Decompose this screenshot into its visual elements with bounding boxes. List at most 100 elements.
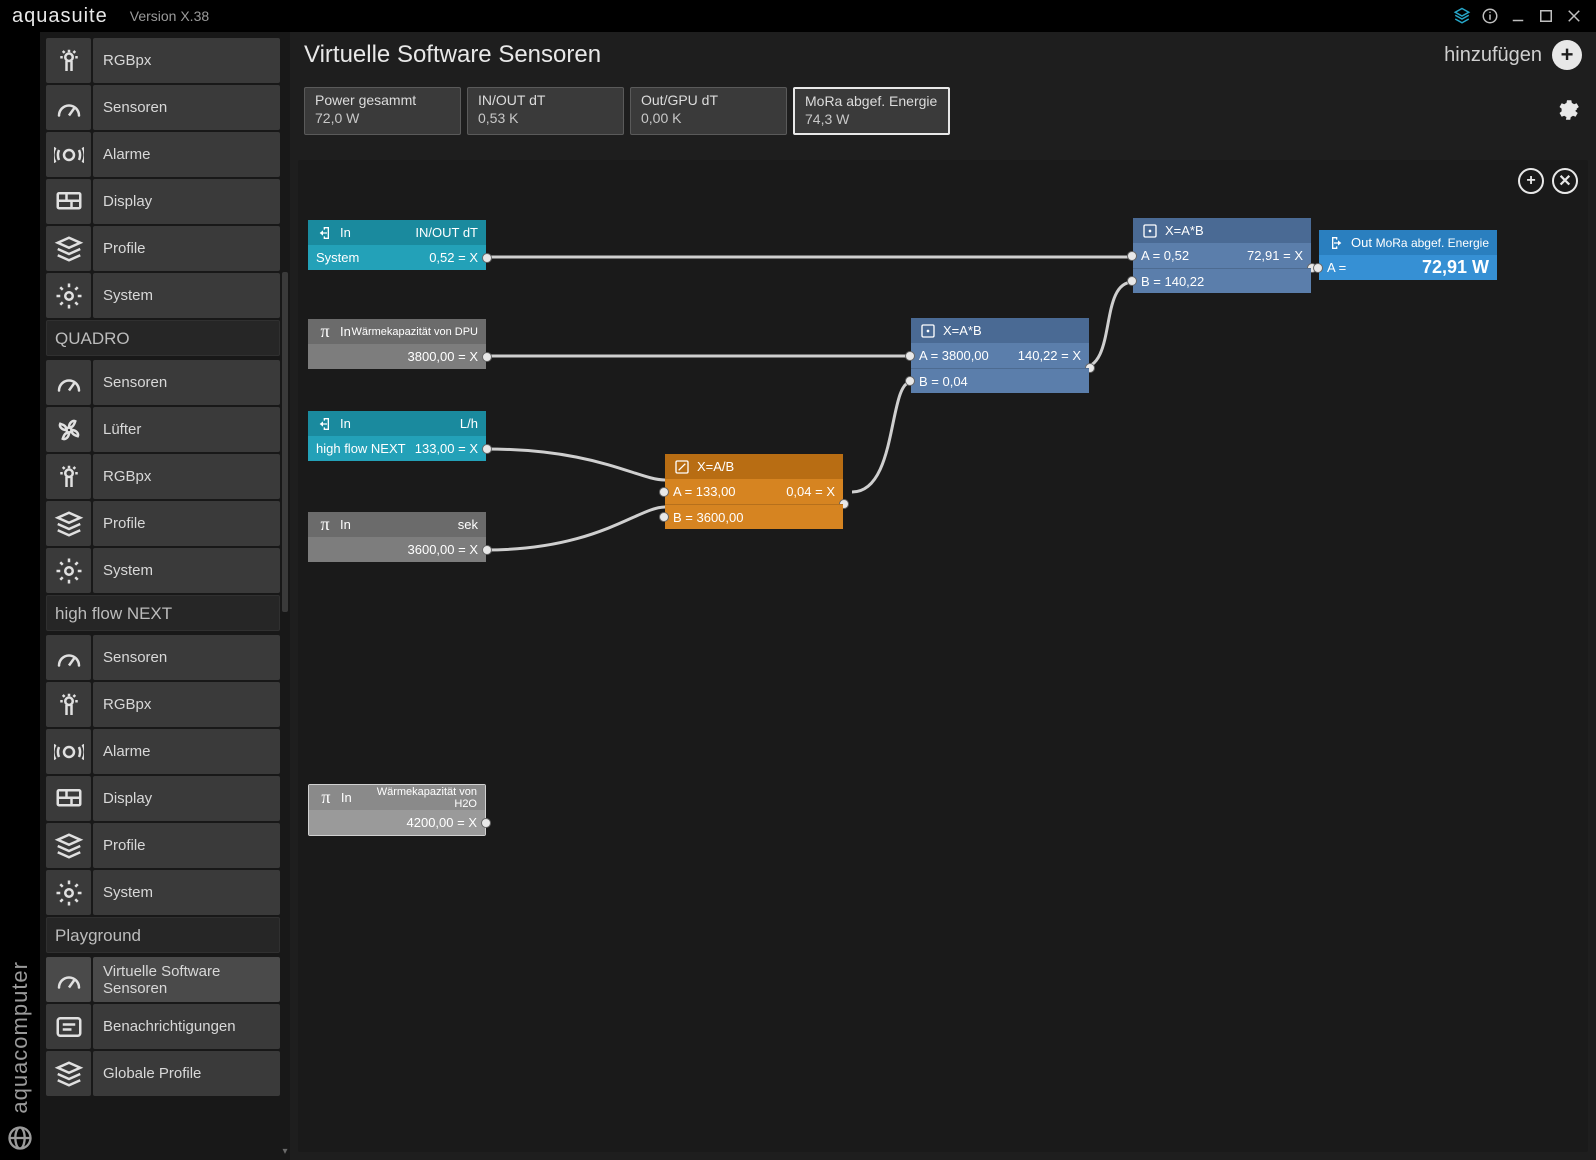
sensor-card-1[interactable]: IN/OUT dT0,53 K	[467, 87, 624, 135]
input-port[interactable]	[1127, 276, 1137, 286]
sensor-card-0[interactable]: Power gesammt72,0 W	[304, 87, 461, 135]
node-label: In	[341, 790, 352, 805]
alarm-icon	[46, 132, 91, 177]
canvas-close-button[interactable]: ✕	[1552, 168, 1578, 194]
node-value: 0,04 = X	[786, 484, 835, 499]
node-multiply-2[interactable]: X=A*B A = 0,5272,91 = X B = 140,22	[1133, 218, 1311, 293]
node-in-sec[interactable]: πInsek 3600,00 = X	[308, 512, 486, 562]
input-port[interactable]	[659, 487, 669, 497]
sidebar-scrollbar[interactable]: ▾	[280, 32, 290, 1160]
node-title: L/h	[460, 416, 478, 431]
sidebar-section-quadro[interactable]: QUADRO	[46, 320, 280, 356]
sidebar-item-profile[interactable]: Profile	[46, 501, 280, 546]
sidebar-item-label: Sensoren	[93, 635, 280, 680]
input-port[interactable]	[905, 376, 915, 386]
sidebar-item-system[interactable]: System	[46, 870, 280, 915]
layers-icon[interactable]	[1448, 2, 1476, 30]
sidebar-item-label: RGBpx	[93, 682, 280, 727]
canvas-add-button[interactable]: +	[1518, 168, 1544, 194]
node-input-b: B = 140,22	[1141, 274, 1204, 289]
input-port[interactable]	[905, 351, 915, 361]
sidebar-item-sensoren[interactable]: Sensoren	[46, 635, 280, 680]
vertical-brand: aquacomputer	[7, 961, 33, 1114]
add-button[interactable]: +	[1552, 40, 1582, 70]
output-port[interactable]	[482, 545, 492, 555]
node-canvas[interactable]: + ✕ InIN/OUT dT System0,52 = X πInWärmek…	[298, 160, 1588, 1152]
sidebar-item-system[interactable]: System	[46, 548, 280, 593]
node-title: Wärmekapazität von H2O	[352, 786, 477, 810]
app-name: aquasuite	[12, 5, 108, 28]
output-port[interactable]	[482, 253, 492, 263]
node-in-h2o-capacity[interactable]: πInWärmekapazität von H2O 4200,00 = X	[308, 784, 486, 836]
maximize-icon[interactable]	[1532, 2, 1560, 30]
output-port[interactable]	[481, 818, 491, 828]
sidebar-item-label: RGBpx	[93, 454, 280, 499]
sidebar-item-system[interactable]: System	[46, 273, 280, 318]
rgb-icon	[46, 682, 91, 727]
node-in-dpu-capacity[interactable]: πInWärmekapazität von DPU 3800,00 = X	[308, 319, 486, 369]
rgb-icon	[46, 454, 91, 499]
gear-icon[interactable]	[1554, 97, 1582, 125]
scroll-down-icon[interactable]: ▾	[280, 1146, 290, 1160]
input-icon	[316, 415, 334, 433]
sidebar-item-profile[interactable]: Profile	[46, 226, 280, 271]
sidebar-item-label: Profile	[93, 823, 280, 868]
node-input-a: A =	[1327, 260, 1346, 275]
input-port[interactable]	[1127, 251, 1137, 261]
minimize-icon[interactable]	[1504, 2, 1532, 30]
sidebar-item-label: System	[93, 870, 280, 915]
sidebar-item-alarme[interactable]: Alarme	[46, 132, 280, 177]
sidebar-section-playground[interactable]: Playground	[46, 917, 280, 953]
node-output[interactable]: Out MoRa abgef. Energie A = 72,91 W	[1319, 230, 1497, 280]
info-icon[interactable]	[1476, 2, 1504, 30]
sidebar-item-display[interactable]: Display	[46, 179, 280, 224]
sidebar-item-sensoren[interactable]: Sensoren	[46, 85, 280, 130]
sidebar-item-lüfter[interactable]: Lüfter	[46, 407, 280, 452]
output-port[interactable]	[482, 352, 492, 362]
sidebar-item-label: Globale Profile	[93, 1051, 280, 1096]
globe-icon[interactable]	[6, 1124, 34, 1152]
gear-icon	[46, 273, 91, 318]
sidebar-item-label: Virtuelle Software Sensoren	[93, 957, 280, 1002]
sidebar-item-rgbpx[interactable]: RGBpx	[46, 38, 280, 83]
node-title: Wärmekapazität von DPU	[351, 326, 478, 338]
scrollbar-thumb[interactable]	[282, 272, 288, 612]
sidebar-item-rgbpx[interactable]: RGBpx	[46, 454, 280, 499]
sensor-card-3[interactable]: MoRa abgef. Energie74,3 W	[793, 87, 950, 135]
node-source: high flow NEXT	[316, 441, 406, 456]
sidebar-item-alarme[interactable]: Alarme	[46, 729, 280, 774]
stack-icon	[46, 501, 91, 546]
sidebar-item-label: Profile	[93, 226, 280, 271]
sidebar-item-benachrichtigungen[interactable]: Benachrichtigungen	[46, 1004, 280, 1049]
sidebar-item-rgbpx[interactable]: RGBpx	[46, 682, 280, 727]
sidebar-item-profile[interactable]: Profile	[46, 823, 280, 868]
add-label: hinzufügen	[1444, 44, 1542, 67]
display-icon	[46, 776, 91, 821]
node-divide[interactable]: X=A/B A = 133,000,04 = X B = 3600,00	[665, 454, 843, 529]
sidebar-item-sensoren[interactable]: Sensoren	[46, 360, 280, 405]
gauge-icon	[46, 635, 91, 680]
sidebar-item-virtuelle-software-sensoren[interactable]: Virtuelle Software Sensoren	[46, 957, 280, 1002]
sensor-card-2[interactable]: Out/GPU dT0,00 K	[630, 87, 787, 135]
sidebar-section-high-flow-next[interactable]: high flow NEXT	[46, 595, 280, 631]
node-label: In	[340, 416, 351, 431]
node-title: MoRa abgef. Energie	[1376, 236, 1489, 250]
msg-icon	[46, 1004, 91, 1049]
node-title: X=A*B	[943, 323, 982, 338]
node-label: Out	[1351, 235, 1372, 250]
input-port[interactable]	[659, 512, 669, 522]
pi-icon: π	[317, 789, 335, 807]
sidebar-item-label: System	[93, 548, 280, 593]
node-in-flow[interactable]: InL/h high flow NEXT133,00 = X	[308, 411, 486, 461]
node-input-a: A = 133,00	[673, 484, 736, 499]
node-in-inout-dt[interactable]: InIN/OUT dT System0,52 = X	[308, 220, 486, 270]
input-port[interactable]	[1313, 263, 1323, 273]
node-multiply-1[interactable]: X=A*B A = 3800,00140,22 = X B = 0,04	[911, 318, 1089, 393]
node-output-value: 72,91 W	[1422, 257, 1489, 278]
sidebar-item-globale-profile[interactable]: Globale Profile	[46, 1051, 280, 1096]
fan-icon	[46, 407, 91, 452]
page-title: Virtuelle Software Sensoren	[304, 41, 601, 69]
close-icon[interactable]	[1560, 2, 1588, 30]
sidebar-item-display[interactable]: Display	[46, 776, 280, 821]
output-port[interactable]	[482, 444, 492, 454]
